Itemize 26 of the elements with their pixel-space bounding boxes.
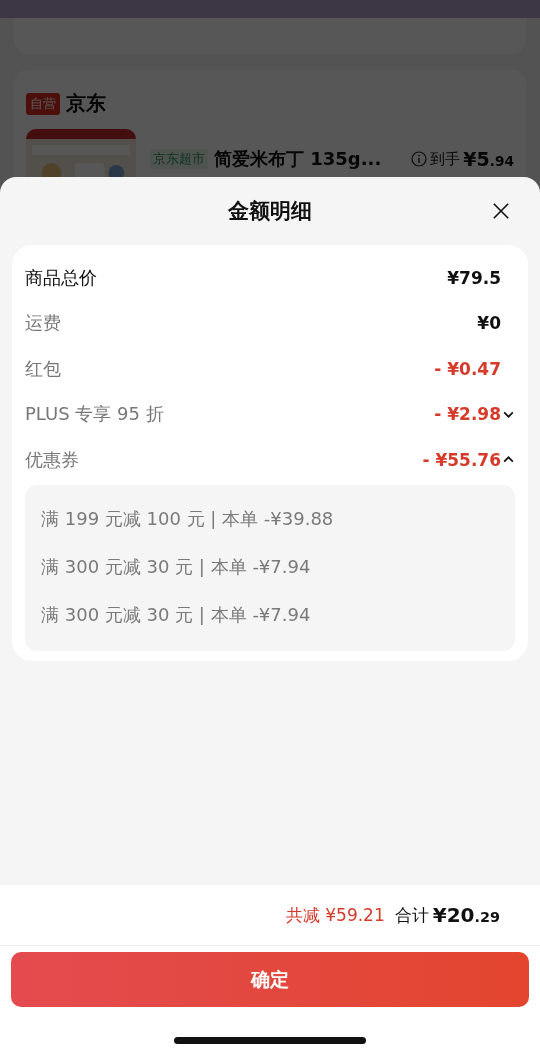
row-label: 运费 — [25, 311, 61, 336]
store-tag: 京东超市 — [150, 149, 208, 169]
shop-name: 京东 — [66, 90, 106, 117]
row-amount: - ¥55.76 — [422, 449, 501, 470]
self-operated-badge: 自营 — [26, 92, 60, 115]
coupon-line: 满 199 元减 100 元 | 本单 -¥39.88 — [41, 506, 335, 531]
product-price: ¥5.94 — [463, 148, 514, 170]
row-label: 红包 — [25, 356, 61, 381]
total-price: ¥20.29 — [432, 903, 500, 927]
row-label: PLUS 专享 95 折 — [25, 402, 164, 427]
price-label: 到手 — [430, 149, 461, 169]
product-title[interactable]: 简爱米布丁 135g... — [214, 147, 382, 171]
row-label: 优惠券 — [25, 447, 79, 472]
close-icon[interactable] — [492, 202, 510, 220]
row-amount: - ¥0.47 — [434, 358, 501, 379]
row-label: 商品总价 — [25, 265, 97, 290]
row-amount: - ¥2.98 — [434, 404, 501, 425]
info-icon[interactable] — [411, 151, 428, 167]
total-label: 合计 — [394, 903, 429, 927]
confirm-button[interactable]: 确定 — [11, 952, 529, 1007]
row-amount: ¥79.5 — [447, 267, 501, 288]
sheet-title: 金额明细 — [228, 198, 312, 225]
total-discount: 共减 ¥59.21 — [285, 903, 385, 927]
coupon-line: 满 300 元减 30 元 | 本单 -¥7.94 — [41, 554, 312, 579]
row-amount: ¥0 — [477, 313, 501, 334]
coupon-line: 满 300 元减 30 元 | 本单 -¥7.94 — [41, 602, 312, 627]
